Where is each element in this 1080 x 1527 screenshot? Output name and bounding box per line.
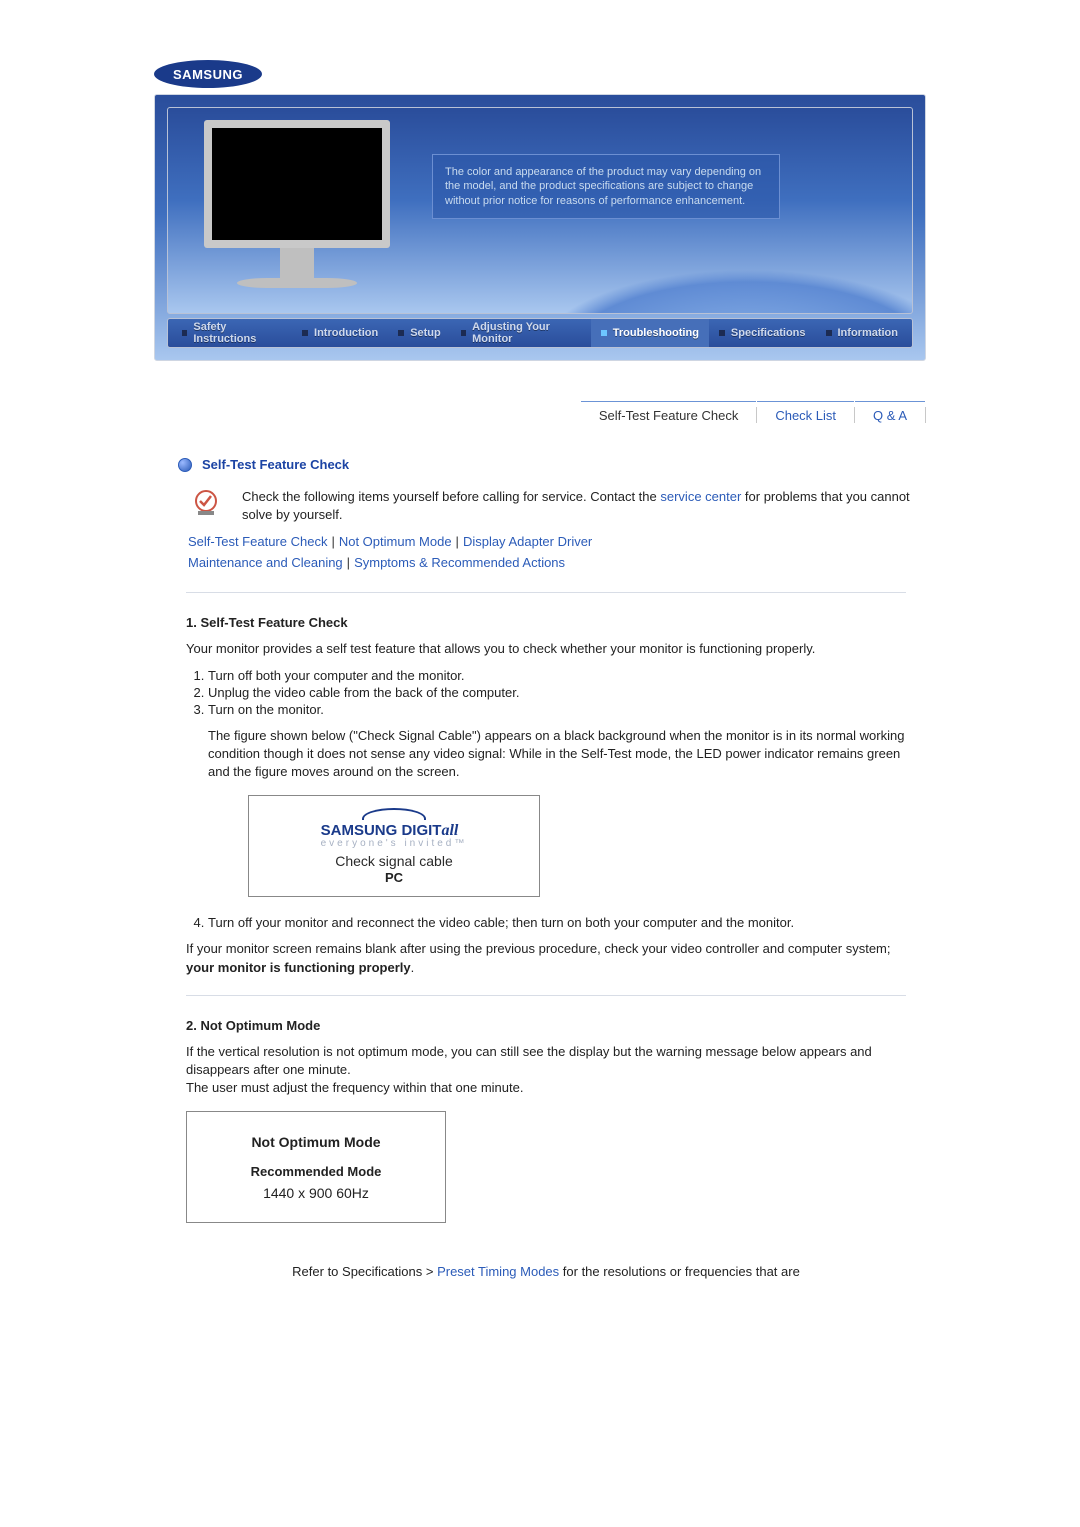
notoptimum-figure: Not Optimum Mode Recommended Mode 1440 x… bbox=[186, 1111, 446, 1223]
figure-tagline: everyone's invited™ bbox=[321, 838, 468, 849]
square-bullet-icon bbox=[182, 330, 187, 336]
anchor-self-test[interactable]: Self-Test Feature Check bbox=[188, 534, 327, 549]
square-bullet-icon bbox=[302, 330, 308, 336]
selftest-intro: Your monitor provides a self test featur… bbox=[186, 640, 906, 658]
notoptimum-heading: 2. Not Optimum Mode bbox=[186, 1018, 906, 1033]
arc-icon bbox=[362, 808, 426, 820]
hero-frame: The color and appearance of the product … bbox=[154, 94, 926, 361]
brand-wordmark: SAMSUNG bbox=[154, 60, 262, 88]
bullet-dot-icon bbox=[178, 458, 192, 472]
square-bullet-icon bbox=[719, 330, 725, 336]
anchor-links: Self-Test Feature Check|Not Optimum Mode… bbox=[188, 532, 926, 574]
text: Turn on the monitor. bbox=[208, 702, 324, 717]
separator: | bbox=[452, 534, 463, 549]
hero-caption: The color and appearance of the product … bbox=[432, 154, 780, 219]
text: Check the following items yourself befor… bbox=[242, 489, 660, 504]
nav-label: Setup bbox=[410, 327, 441, 339]
check-signal-figure: SAMSUNG DIGITall everyone's invited™ Che… bbox=[248, 795, 540, 897]
nav-label: Introduction bbox=[314, 327, 378, 339]
square-bullet-icon bbox=[601, 330, 607, 336]
step-item: Turn off both your computer and the moni… bbox=[208, 668, 906, 683]
main-nav: Safety Instructions Introduction Setup A… bbox=[167, 318, 913, 348]
text: If your monitor screen remains blank aft… bbox=[186, 941, 891, 956]
square-bullet-icon bbox=[826, 330, 832, 336]
selftest-steps: Turn off both your computer and the moni… bbox=[208, 668, 906, 931]
square-bullet-icon bbox=[398, 330, 404, 336]
notoptimum-line1: Not Optimum Mode bbox=[251, 1134, 380, 1150]
anchor-maintenance[interactable]: Maintenance and Cleaning bbox=[188, 555, 343, 570]
nav-label: Troubleshooting bbox=[613, 327, 699, 339]
section-title: Self-Test Feature Check bbox=[178, 457, 926, 472]
preset-timing-link[interactable]: Preset Timing Modes bbox=[437, 1264, 559, 1279]
separator: | bbox=[327, 534, 338, 549]
hero-panel: The color and appearance of the product … bbox=[167, 107, 913, 314]
divider bbox=[186, 995, 906, 996]
text: Refer to Specifications > bbox=[292, 1264, 437, 1279]
step-item: Turn off your monitor and reconnect the … bbox=[208, 915, 906, 930]
subnav-check-list[interactable]: Check List bbox=[757, 401, 854, 429]
anchor-display-adapter[interactable]: Display Adapter Driver bbox=[463, 534, 592, 549]
notoptimum-after: Refer to Specifications > Preset Timing … bbox=[186, 1263, 906, 1281]
section-intro: Check the following items yourself befor… bbox=[188, 488, 926, 524]
figure-line1: Check signal cable bbox=[335, 853, 453, 869]
nav-label: Information bbox=[838, 327, 899, 339]
anchor-symptoms[interactable]: Symptoms & Recommended Actions bbox=[354, 555, 565, 570]
text-bold: your monitor is functioning properly bbox=[186, 960, 411, 975]
subnav-q-and-a[interactable]: Q & A bbox=[855, 401, 925, 429]
step-item: Unplug the video cable from the back of … bbox=[208, 685, 906, 700]
notoptimum-line3: 1440 x 900 60Hz bbox=[263, 1185, 369, 1201]
section-title-text: Self-Test Feature Check bbox=[202, 457, 349, 472]
figure-note: The figure shown below ("Check Signal Ca… bbox=[208, 727, 906, 782]
selftest-after: If your monitor screen remains blank aft… bbox=[186, 940, 906, 976]
nav-specifications[interactable]: Specifications bbox=[709, 319, 816, 347]
product-image bbox=[204, 120, 390, 290]
notoptimum-p1: If the vertical resolution is not optimu… bbox=[186, 1043, 906, 1079]
figure-line2: PC bbox=[385, 870, 403, 885]
text: for the resolutions or frequencies that … bbox=[559, 1264, 800, 1279]
nav-information[interactable]: Information bbox=[816, 319, 909, 347]
nav-adjusting[interactable]: Adjusting Your Monitor bbox=[451, 319, 591, 347]
brand-logo: SAMSUNG bbox=[154, 60, 926, 88]
nav-introduction[interactable]: Introduction bbox=[292, 319, 388, 347]
nav-troubleshooting[interactable]: Troubleshooting bbox=[591, 319, 709, 347]
separator: | bbox=[343, 555, 354, 570]
square-bullet-icon bbox=[461, 330, 466, 336]
subnav-divider bbox=[925, 407, 926, 423]
divider bbox=[186, 592, 906, 593]
anchor-not-optimum[interactable]: Not Optimum Mode bbox=[339, 534, 452, 549]
nav-safety-instructions[interactable]: Safety Instructions bbox=[172, 319, 292, 347]
nav-setup[interactable]: Setup bbox=[388, 319, 451, 347]
notoptimum-line2: Recommended Mode bbox=[251, 1164, 382, 1179]
nav-label: Safety Instructions bbox=[193, 321, 282, 345]
figure-brand: SAMSUNG DIGITall everyone's invited™ bbox=[321, 808, 468, 849]
content-not-optimum: 2. Not Optimum Mode If the vertical reso… bbox=[186, 1018, 906, 1282]
text: . bbox=[411, 960, 415, 975]
subnav-self-test[interactable]: Self-Test Feature Check bbox=[581, 401, 756, 429]
section-subnav: Self-Test Feature Check Check List Q & A bbox=[154, 401, 926, 429]
section-intro-text: Check the following items yourself befor… bbox=[242, 488, 926, 524]
nav-label: Adjusting Your Monitor bbox=[472, 321, 581, 345]
nav-label: Specifications bbox=[731, 327, 806, 339]
service-center-link[interactable]: service center bbox=[660, 489, 741, 504]
checkmark-icon bbox=[188, 488, 224, 524]
selftest-heading: 1. Self-Test Feature Check bbox=[186, 615, 906, 630]
notoptimum-p2: The user must adjust the frequency withi… bbox=[186, 1079, 906, 1097]
step-item: Turn on the monitor. The figure shown be… bbox=[208, 702, 906, 898]
content-self-test: 1. Self-Test Feature Check Your monitor … bbox=[186, 615, 906, 977]
